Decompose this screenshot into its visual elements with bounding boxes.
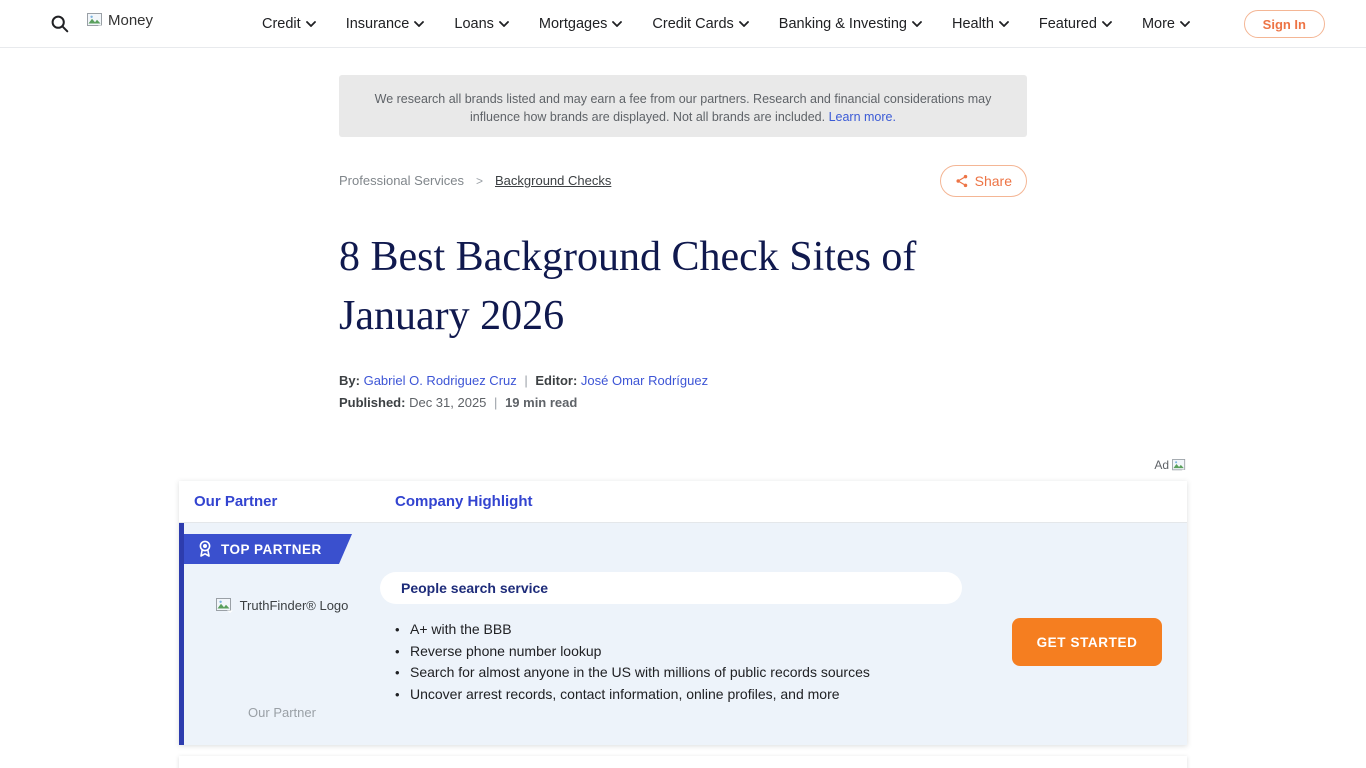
brand-name: Money <box>108 12 153 29</box>
breadcrumb: Professional Services > Background Check… <box>339 173 611 188</box>
ad-text: Ad <box>1154 458 1169 472</box>
share-icon <box>955 174 969 188</box>
highlight-bullet-list: A+ with the BBB Reverse phone number loo… <box>393 619 993 705</box>
company-highlight-cell: People search service A+ with the BBB Re… <box>380 523 1187 745</box>
nav-item-health[interactable]: Health <box>952 16 1009 32</box>
top-partner-badge: TOP PARTNER <box>184 534 352 564</box>
get-started-button[interactable]: GET STARTED <box>1012 618 1162 666</box>
bullet-item: A+ with the BBB <box>393 619 993 641</box>
top-partner-row: TOP PARTNER TruthFinder® Logo Our Partne… <box>179 523 1187 745</box>
chevron-down-icon <box>1180 21 1190 27</box>
money-logo[interactable]: Money <box>87 12 153 29</box>
advertiser-disclosure: We research all brands listed and may ea… <box>339 75 1027 137</box>
chevron-down-icon <box>912 21 922 27</box>
our-partner-caption: Our Partner <box>184 705 380 720</box>
chevron-down-icon <box>499 21 509 27</box>
chevron-down-icon <box>612 21 622 27</box>
partner-comparison-card: Our Partner Company Highlight TOP PARTNE… <box>179 481 1187 745</box>
breadcrumb-current[interactable]: Background Checks <box>495 173 611 188</box>
learn-more-link[interactable]: Learn more. <box>829 110 896 124</box>
column-header-company-highlight: Company Highlight <box>380 493 533 510</box>
broken-image-icon <box>216 598 233 613</box>
table-header-row: Our Partner Company Highlight <box>179 481 1187 523</box>
chevron-down-icon <box>999 21 1009 27</box>
column-header-our-partner: Our Partner <box>179 493 380 510</box>
share-button[interactable]: Share <box>940 165 1027 197</box>
broken-image-icon <box>1172 459 1187 472</box>
partner-logo-alt-text: TruthFinder® Logo <box>240 598 349 613</box>
published-row: Published: Dec 31, 2025 | 19 min read <box>339 395 577 410</box>
next-partner-row-partial <box>179 756 1187 768</box>
award-ribbon-icon <box>198 540 212 558</box>
published-separator: | <box>490 395 501 410</box>
title-line-1: 8 Best Background Check Sites of <box>339 228 1039 287</box>
bullet-item: Reverse phone number lookup <box>393 641 993 663</box>
breadcrumb-row: Professional Services > Background Check… <box>339 165 1027 198</box>
chevron-down-icon <box>306 21 316 27</box>
partner-logo[interactable]: TruthFinder® Logo <box>184 598 380 613</box>
nav-item-credit-cards[interactable]: Credit Cards <box>652 16 748 32</box>
chevron-down-icon <box>1102 21 1112 27</box>
nav-item-banking-investing[interactable]: Banking & Investing <box>779 16 922 32</box>
nav-item-insurance[interactable]: Insurance <box>346 16 425 32</box>
by-label: By: <box>339 373 360 388</box>
editor-label: Editor: <box>535 373 577 388</box>
breadcrumb-separator-icon: > <box>476 174 483 188</box>
top-partner-label: TOP PARTNER <box>221 542 322 557</box>
byline: By: Gabriel O. Rodriguez Cruz | Editor: … <box>339 373 708 388</box>
service-category-pill: People search service <box>380 572 962 604</box>
broken-image-icon <box>87 13 104 28</box>
chevron-down-icon <box>414 21 424 27</box>
published-date: Dec 31, 2025 <box>409 395 486 410</box>
nav-item-loans[interactable]: Loans <box>454 16 509 32</box>
breadcrumb-parent[interactable]: Professional Services <box>339 173 464 188</box>
read-time: 19 min read <box>505 395 577 410</box>
nav-item-featured[interactable]: Featured <box>1039 16 1112 32</box>
nav-item-credit[interactable]: Credit <box>262 16 316 32</box>
author-link[interactable]: Gabriel O. Rodriguez Cruz <box>364 373 517 388</box>
editor-link[interactable]: José Omar Rodríguez <box>581 373 708 388</box>
page-title: 8 Best Background Check Sites of January… <box>339 228 1039 346</box>
title-line-2: January 2026 <box>339 287 1039 346</box>
page: Money Credit Insurance Loans Mortgages C… <box>0 0 1366 768</box>
nav-item-mortgages[interactable]: Mortgages <box>539 16 623 32</box>
bullet-item: Uncover arrest records, contact informat… <box>393 684 993 706</box>
main-nav: Credit Insurance Loans Mortgages Credit … <box>262 0 1190 48</box>
share-label: Share <box>975 173 1012 189</box>
top-navigation-bar: Money Credit Insurance Loans Mortgages C… <box>0 0 1366 48</box>
sign-in-button[interactable]: Sign In <box>1244 10 1325 38</box>
ad-label: Ad <box>1154 458 1187 472</box>
published-label: Published: <box>339 395 405 410</box>
disclosure-text: We research all brands listed and may ea… <box>375 92 992 124</box>
nav-item-more[interactable]: More <box>1142 16 1190 32</box>
bullet-item: Search for almost anyone in the US with … <box>393 662 993 684</box>
chevron-down-icon <box>739 21 749 27</box>
byline-separator: | <box>520 373 531 388</box>
search-icon[interactable] <box>50 14 70 34</box>
